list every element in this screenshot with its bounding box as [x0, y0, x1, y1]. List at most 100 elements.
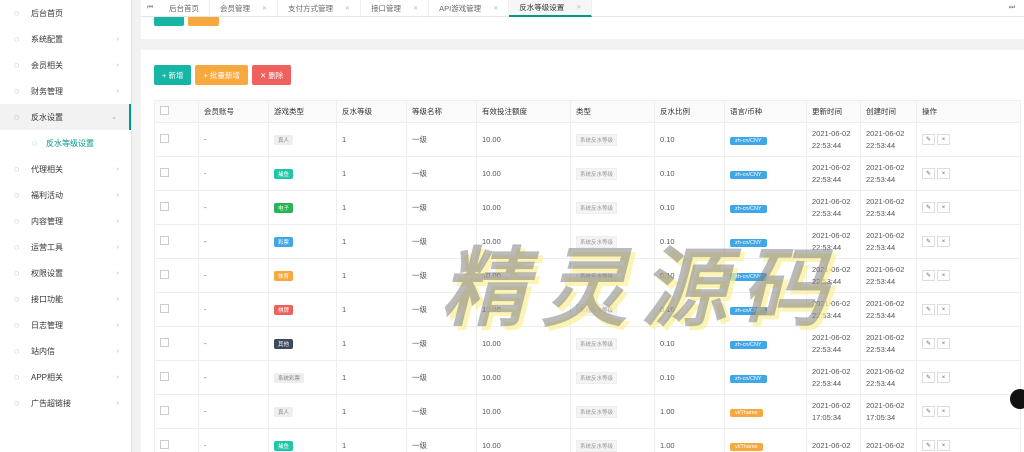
table-row: - 系统彩票 1 一级 10.00 系统反水等级 0.10 zh-cn/CNY 2021-06-…: [154, 360, 1021, 395]
row-checkbox[interactable]: [160, 372, 169, 381]
menu-icon: ◌: [14, 60, 20, 70]
sidebar-item[interactable]: ◌ 广告超链接 ›: [0, 390, 131, 416]
edit-icon[interactable]: ✎: [922, 168, 935, 179]
sidebar-item[interactable]: ◌ 福利活动 ›: [0, 182, 131, 208]
row-checkbox[interactable]: [160, 270, 169, 279]
edit-icon[interactable]: ✎: [922, 304, 935, 315]
bet-amount-cell: 10.00: [476, 428, 571, 452]
select-all-checkbox[interactable]: [160, 106, 169, 115]
tab-scroll-right-icon[interactable]: ⏭: [1000, 4, 1024, 12]
sidebar-item[interactable]: ◌ 运营工具 ›: [0, 234, 131, 260]
delete-icon[interactable]: ×: [937, 338, 950, 349]
edit-icon[interactable]: ✎: [922, 270, 935, 281]
delete-icon[interactable]: ×: [937, 270, 950, 281]
tab[interactable]: 会员管理 ✕: [210, 0, 279, 17]
created-date: 2021-06-02: [866, 366, 905, 376]
lang-cell: vi/Thame: [724, 394, 807, 429]
type-cell: 系统反水等级: [570, 326, 655, 361]
lang-badge: vi/Thame: [730, 442, 763, 451]
batch-add-button[interactable]: + 批量新增: [195, 65, 248, 85]
edit-icon[interactable]: ✎: [922, 338, 935, 349]
edit-icon[interactable]: ✎: [922, 134, 935, 145]
row-checkbox[interactable]: [160, 440, 169, 449]
type-cell: 系统反水等级: [570, 224, 655, 259]
game-type-cell: 彩票: [268, 224, 337, 259]
sidebar-item[interactable]: ◌ 系统配置 ›: [0, 26, 131, 52]
column-header: 等级名称: [406, 100, 477, 123]
level-cell: 1: [336, 156, 407, 191]
sidebar-item[interactable]: ◌ 反水设置 ⌄: [0, 104, 131, 130]
sidebar-item[interactable]: ◌ 内容管理 ›: [0, 208, 131, 234]
row-checkbox[interactable]: [160, 236, 169, 245]
type-tag: 系统反水等级: [576, 201, 618, 214]
row-checkbox[interactable]: [160, 406, 169, 415]
delete-icon[interactable]: ×: [937, 304, 950, 315]
row-checkbox[interactable]: [160, 134, 169, 143]
created-time: 22:53:44: [866, 310, 896, 320]
edit-icon[interactable]: ✎: [922, 202, 935, 213]
row-checkbox[interactable]: [160, 338, 169, 347]
edit-icon[interactable]: ✎: [922, 236, 935, 247]
delete-icon[interactable]: ×: [937, 134, 950, 145]
edit-icon[interactable]: ✎: [922, 372, 935, 383]
sidebar-item[interactable]: ◌ 站内信 ›: [0, 338, 131, 364]
delete-icon[interactable]: ×: [937, 406, 950, 417]
menu-icon: ◌: [14, 86, 20, 96]
sidebar-item-label: 运营工具: [31, 242, 63, 252]
delete-button[interactable]: ✕ 删除: [251, 65, 292, 85]
tab[interactable]: 后台首页: [159, 0, 210, 17]
sidebar-item[interactable]: ◌ 财务管理 ›: [0, 78, 131, 104]
delete-icon[interactable]: ×: [937, 440, 950, 451]
tab[interactable]: API游戏管理 ✕: [429, 0, 510, 17]
cut-off-button[interactable]: [188, 17, 219, 26]
add-button[interactable]: + 新增: [154, 65, 192, 85]
edit-icon[interactable]: ✎: [922, 440, 935, 451]
updated-cell: 2021-06-02 22:53:44: [806, 258, 861, 293]
floating-dot[interactable]: [1010, 389, 1024, 409]
delete-icon[interactable]: ×: [937, 202, 950, 213]
row-checkbox[interactable]: [160, 304, 169, 313]
close-icon[interactable]: ✕: [262, 5, 267, 12]
sidebar-item-label: 会员相关: [31, 60, 63, 70]
table-row: - 电子 1 一级 10.00 系统反水等级 0.10 zh-cn/CNY 2021-06-02…: [154, 190, 1021, 225]
column-header: 游戏类型: [268, 100, 337, 123]
close-icon[interactable]: ✕: [413, 5, 418, 12]
sidebar-item[interactable]: ◌ 后台首页: [0, 0, 131, 26]
lang-badge: zh-cn/CNY: [730, 374, 767, 383]
sidebar-item[interactable]: ◌ 会员相关 ›: [0, 52, 131, 78]
row-checkbox[interactable]: [160, 202, 169, 211]
close-icon[interactable]: ✕: [576, 4, 581, 11]
type-cell: 系统反水等级: [570, 190, 655, 225]
chevron-icon: ›: [116, 295, 119, 303]
sidebar-item[interactable]: ◌ 接口功能 ›: [0, 286, 131, 312]
chevron-icon: ›: [116, 321, 119, 329]
lang-cell: zh-cn/CNY: [724, 122, 807, 157]
delete-icon[interactable]: ×: [937, 168, 950, 179]
updated-cell: 2021-06-02 22:53:44: [806, 190, 861, 225]
sidebar-item[interactable]: ◌ 代理相关 ›: [0, 156, 131, 182]
ratio-cell: 0.10: [654, 224, 725, 259]
tab[interactable]: 反水等级设置 ✕: [509, 0, 593, 17]
tab[interactable]: 支付方式管理 ✕: [278, 0, 362, 17]
sidebar-item[interactable]: ◌ APP相关 ›: [0, 364, 131, 390]
row-checkbox[interactable]: [160, 168, 169, 177]
sidebar-subitem-rebate-level[interactable]: ◌ 反水等级设置: [0, 130, 131, 156]
delete-icon[interactable]: ×: [937, 372, 950, 383]
sidebar-item[interactable]: ◌ 日志管理 ›: [0, 312, 131, 338]
tab-scroll-left-icon[interactable]: ⏮: [141, 4, 159, 12]
delete-icon[interactable]: ×: [937, 236, 950, 247]
table-row: - 捕鱼 1 一级 10.00 系统反水等级 1.00 vi/Thame 2021-06-02 2…: [154, 428, 1021, 452]
sidebar-item[interactable]: ◌ 权限设置 ›: [0, 260, 131, 286]
game-type-cell: 真人: [268, 394, 337, 429]
main-panel: + 新增 + 批量新增 ✕ 删除 会员账号 游戏类型 反水等级 等级名称 有效投注额度类…: [141, 50, 1024, 452]
tab[interactable]: 接口管理 ✕: [361, 0, 430, 17]
column-header: 会员账号: [198, 100, 269, 123]
column-header: 创建时间: [860, 100, 917, 123]
edit-icon[interactable]: ✎: [922, 406, 935, 417]
table-header-row: 会员账号 游戏类型 反水等级 等级名称 有效投注额度 类型 反水比例 语言/币种 更新时间 创建时…: [154, 100, 1021, 123]
close-icon[interactable]: ✕: [493, 5, 498, 12]
cut-off-button[interactable]: [154, 17, 184, 26]
operation-cell: ✎ ×: [916, 156, 1021, 191]
close-icon[interactable]: ✕: [345, 5, 350, 12]
level-cell: 1: [336, 360, 407, 395]
